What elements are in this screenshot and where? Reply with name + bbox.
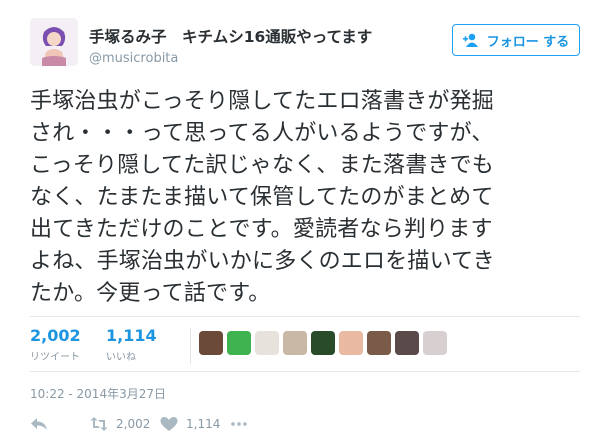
heart-icon <box>160 417 178 431</box>
liker-avatar[interactable] <box>311 331 335 355</box>
display-name[interactable]: 手塚るみ子 キチムシ16通販やってます <box>89 25 372 47</box>
retweet-button[interactable]: 2,002 <box>90 416 160 432</box>
retweet-count: 2,002 <box>30 326 81 345</box>
liker-avatar[interactable] <box>367 331 391 355</box>
liker-avatar[interactable] <box>255 331 279 355</box>
tweet-card: 手塚るみ子 キチムシ16通販やってます @musicrobita フォロー する… <box>0 0 604 443</box>
stats-separator <box>190 328 191 364</box>
avatar-illustration-icon <box>30 18 78 66</box>
retweet-icon <box>90 417 108 431</box>
tweet-text-line: なく、たまたま描いて保管してたのがまとめて <box>30 185 494 210</box>
stats-top-divider <box>30 316 580 317</box>
liker-avatar[interactable] <box>423 331 447 355</box>
tweet-timestamp[interactable]: 10:22 - 2014年3月27日 <box>30 385 166 402</box>
user-avatar[interactable] <box>30 18 78 66</box>
more-icon <box>231 422 247 426</box>
liker-avatar[interactable] <box>339 331 363 355</box>
tweet-text: 手塚治虫がこっそり隠してたエロ落書きが発掘 され・・・って思ってる人がいるようで… <box>30 86 586 310</box>
reply-button[interactable] <box>30 416 90 432</box>
like-count: 1,114 <box>106 326 157 345</box>
like-button[interactable]: 1,114 <box>160 416 230 432</box>
liker-avatar[interactable] <box>283 331 307 355</box>
retweet-stat[interactable]: 2,002 リツイート <box>30 326 81 363</box>
like-stat[interactable]: 1,114 いいね <box>106 326 157 363</box>
tweet-text-line: され・・・って思ってる人がいるようですが、 <box>30 121 494 146</box>
stats-bottom-divider <box>30 371 580 372</box>
reply-icon <box>31 418 47 430</box>
follow-user-icon <box>462 33 478 47</box>
tweet-text-line: 出てきただけのことです。愛読者なら判ります <box>30 217 493 242</box>
likers-avatar-list <box>199 331 447 355</box>
follow-button[interactable]: フォロー する <box>452 24 580 56</box>
tweet-text-line: 手塚治虫がこっそり隠してたエロ落書きが発掘 <box>30 89 495 114</box>
follow-button-label: フォロー する <box>486 34 570 50</box>
user-handle[interactable]: @musicrobita <box>89 51 178 66</box>
retweet-label: リツイート <box>30 352 80 363</box>
like-label: いいね <box>106 352 136 363</box>
liker-avatar[interactable] <box>199 331 223 355</box>
tweet-text-line: たか。今更って話です。 <box>30 281 271 306</box>
like-action-count: 1,114 <box>186 417 221 431</box>
liker-avatar[interactable] <box>227 331 251 355</box>
retweet-action-count: 2,002 <box>116 417 151 431</box>
tweet-text-line: こっそり隠してた訳じゃなく、また落書きでも <box>30 153 495 178</box>
tweet-actions: 2,002 1,114 <box>30 416 248 432</box>
more-button[interactable] <box>230 416 248 432</box>
tweet-text-line: よね、手塚治虫がいかに多くのエロを描いてき <box>30 249 495 274</box>
liker-avatar[interactable] <box>395 331 419 355</box>
